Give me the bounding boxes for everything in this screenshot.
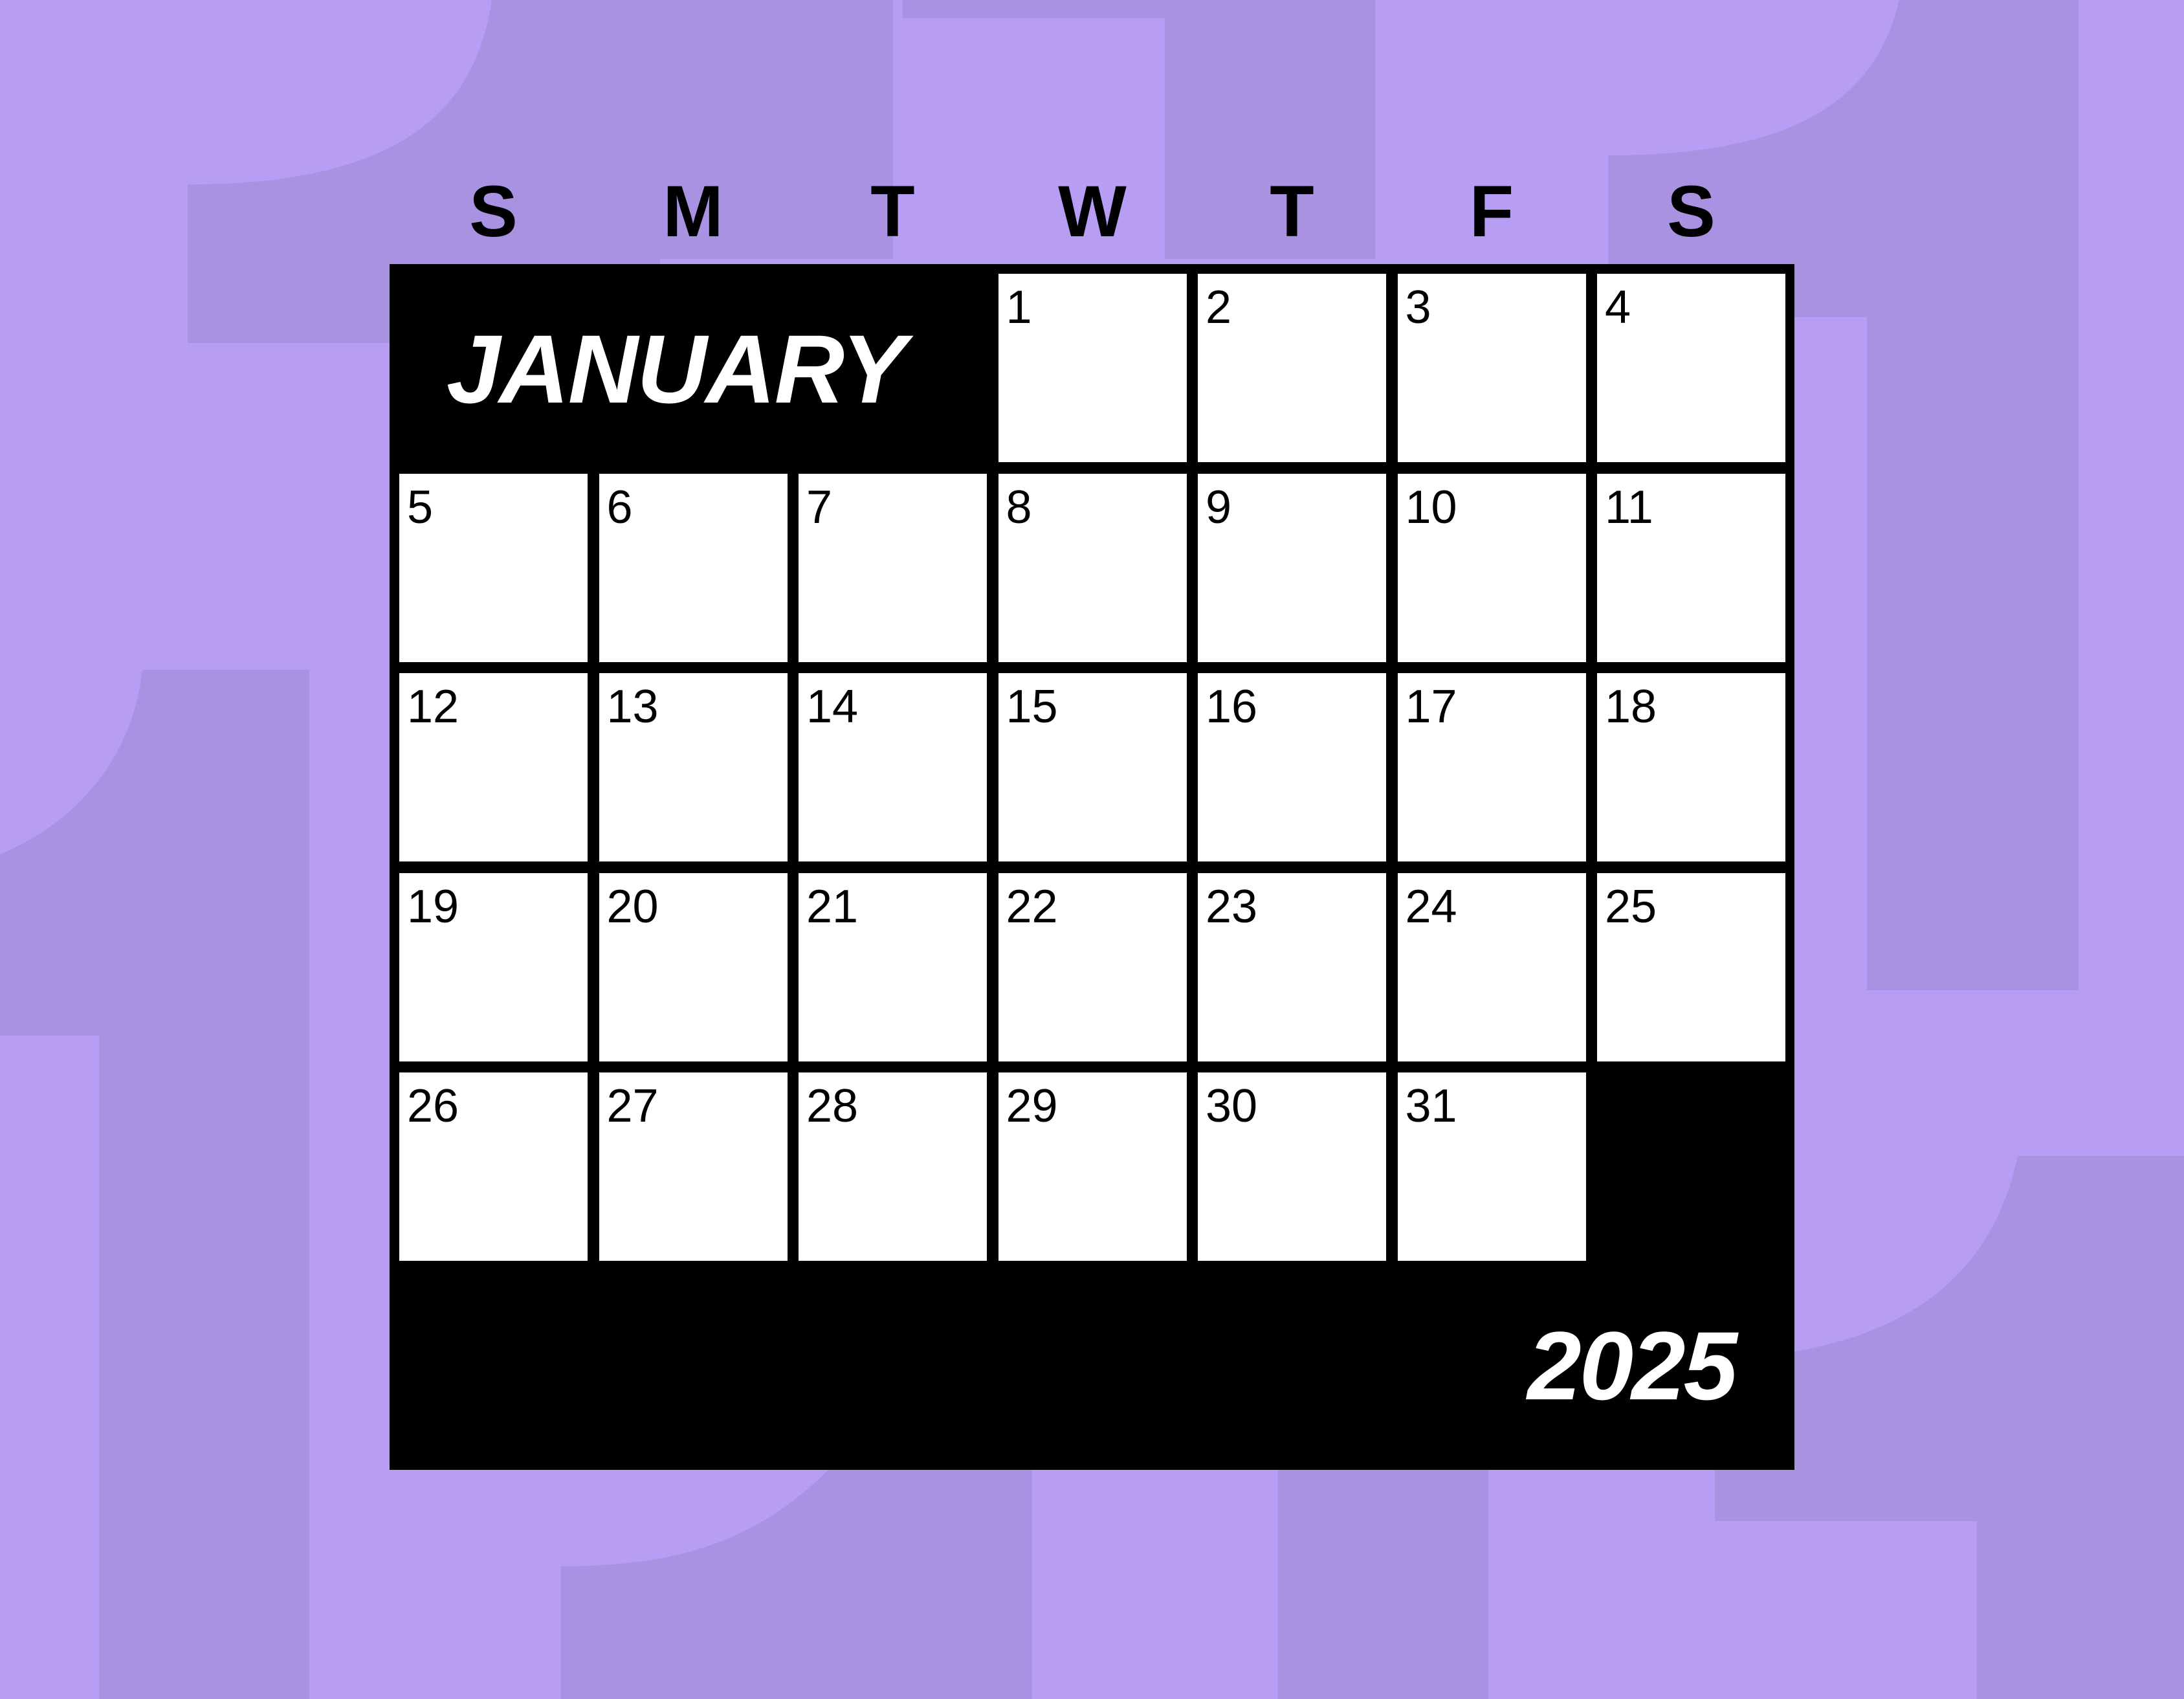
day-cell[interactable]: 11 (1597, 473, 1785, 662)
day-cell[interactable]: 18 (1597, 673, 1785, 861)
day-number: 30 (1206, 1080, 1258, 1132)
day-number: 31 (1405, 1080, 1457, 1132)
day-number: 8 (1006, 481, 1032, 533)
day-cell[interactable]: 25 (1597, 872, 1785, 1061)
day-number: 21 (806, 880, 859, 933)
weekday-label: W (1058, 171, 1127, 252)
day-cell[interactable]: 9 (1198, 473, 1386, 662)
day-number: 17 (1405, 681, 1457, 733)
day-number: 25 (1605, 880, 1657, 933)
day-number: 2 (1206, 282, 1232, 333)
day-cell[interactable]: 24 (1397, 872, 1586, 1061)
day-cell[interactable]: 23 (1198, 872, 1386, 1061)
day-cell[interactable]: 12 (399, 673, 588, 861)
day-number: 5 (407, 481, 434, 533)
day-number: 28 (806, 1080, 859, 1132)
day-cell[interactable]: 1 (998, 274, 1187, 462)
day-number: 29 (1006, 1080, 1058, 1132)
weekday-label: F (1469, 171, 1514, 252)
day-number: 1 (1006, 282, 1032, 333)
day-number: 22 (1006, 880, 1058, 933)
day-cell[interactable]: 27 (599, 1072, 788, 1261)
day-number: 15 (1006, 681, 1058, 733)
day-number: 14 (806, 681, 859, 733)
day-cell[interactable]: 15 (998, 673, 1187, 861)
day-number: 18 (1605, 681, 1657, 733)
background-numeral-shape (1278, 1470, 1488, 1699)
background-numeral-shape (0, 670, 309, 1699)
day-cell[interactable]: 28 (799, 1072, 987, 1261)
month-title: JANUARY (447, 315, 906, 423)
day-number: 26 (407, 1080, 459, 1132)
day-cell[interactable]: 16 (1198, 673, 1386, 861)
day-number: 6 (606, 481, 633, 533)
day-cell[interactable]: 4 (1597, 274, 1785, 462)
background-numeral-shape (903, 0, 1048, 18)
day-number: 23 (1206, 880, 1258, 933)
day-number: 11 (1605, 481, 1653, 533)
day-cell[interactable]: 6 (599, 473, 788, 662)
day-cell[interactable]: 21 (799, 872, 987, 1061)
day-cell[interactable]: 17 (1397, 673, 1586, 861)
day-number: 20 (606, 880, 659, 933)
day-number: 3 (1405, 282, 1431, 333)
day-number: 13 (606, 681, 659, 733)
day-cell[interactable]: 14 (799, 673, 987, 861)
year-label: 2025 (1527, 1311, 1737, 1420)
day-cell[interactable]: 26 (399, 1072, 588, 1261)
day-cell[interactable]: 13 (599, 673, 788, 861)
weekday-label: T (870, 171, 915, 252)
background-numeral-shape (561, 1470, 1032, 1699)
day-cell[interactable]: 10 (1397, 473, 1586, 662)
day-number: 9 (1206, 481, 1232, 533)
weekday-label: T (1270, 171, 1314, 252)
weekday-label: S (1667, 171, 1715, 252)
day-cell[interactable]: 30 (1198, 1072, 1386, 1261)
day-cell[interactable]: 31 (1397, 1072, 1586, 1261)
day-number: 4 (1605, 282, 1631, 333)
day-cell[interactable]: 5 (399, 473, 588, 662)
day-number: 24 (1405, 880, 1457, 933)
day-cell[interactable]: 29 (998, 1072, 1187, 1261)
day-number: 10 (1405, 481, 1457, 533)
day-number: 7 (806, 481, 833, 533)
day-number: 16 (1206, 681, 1258, 733)
day-cell[interactable]: 19 (399, 872, 588, 1061)
day-cell[interactable]: 2 (1198, 274, 1386, 462)
day-cell[interactable]: 7 (799, 473, 987, 662)
weekday-label: M (663, 171, 723, 252)
day-number: 12 (407, 681, 459, 733)
weekday-label: S (469, 171, 518, 252)
day-cell[interactable]: 20 (599, 872, 788, 1061)
day-cell[interactable]: 22 (998, 872, 1187, 1061)
day-number: 19 (407, 880, 459, 933)
day-cell[interactable]: 8 (998, 473, 1187, 662)
day-number: 27 (606, 1080, 659, 1132)
day-cell[interactable]: 3 (1397, 274, 1586, 462)
